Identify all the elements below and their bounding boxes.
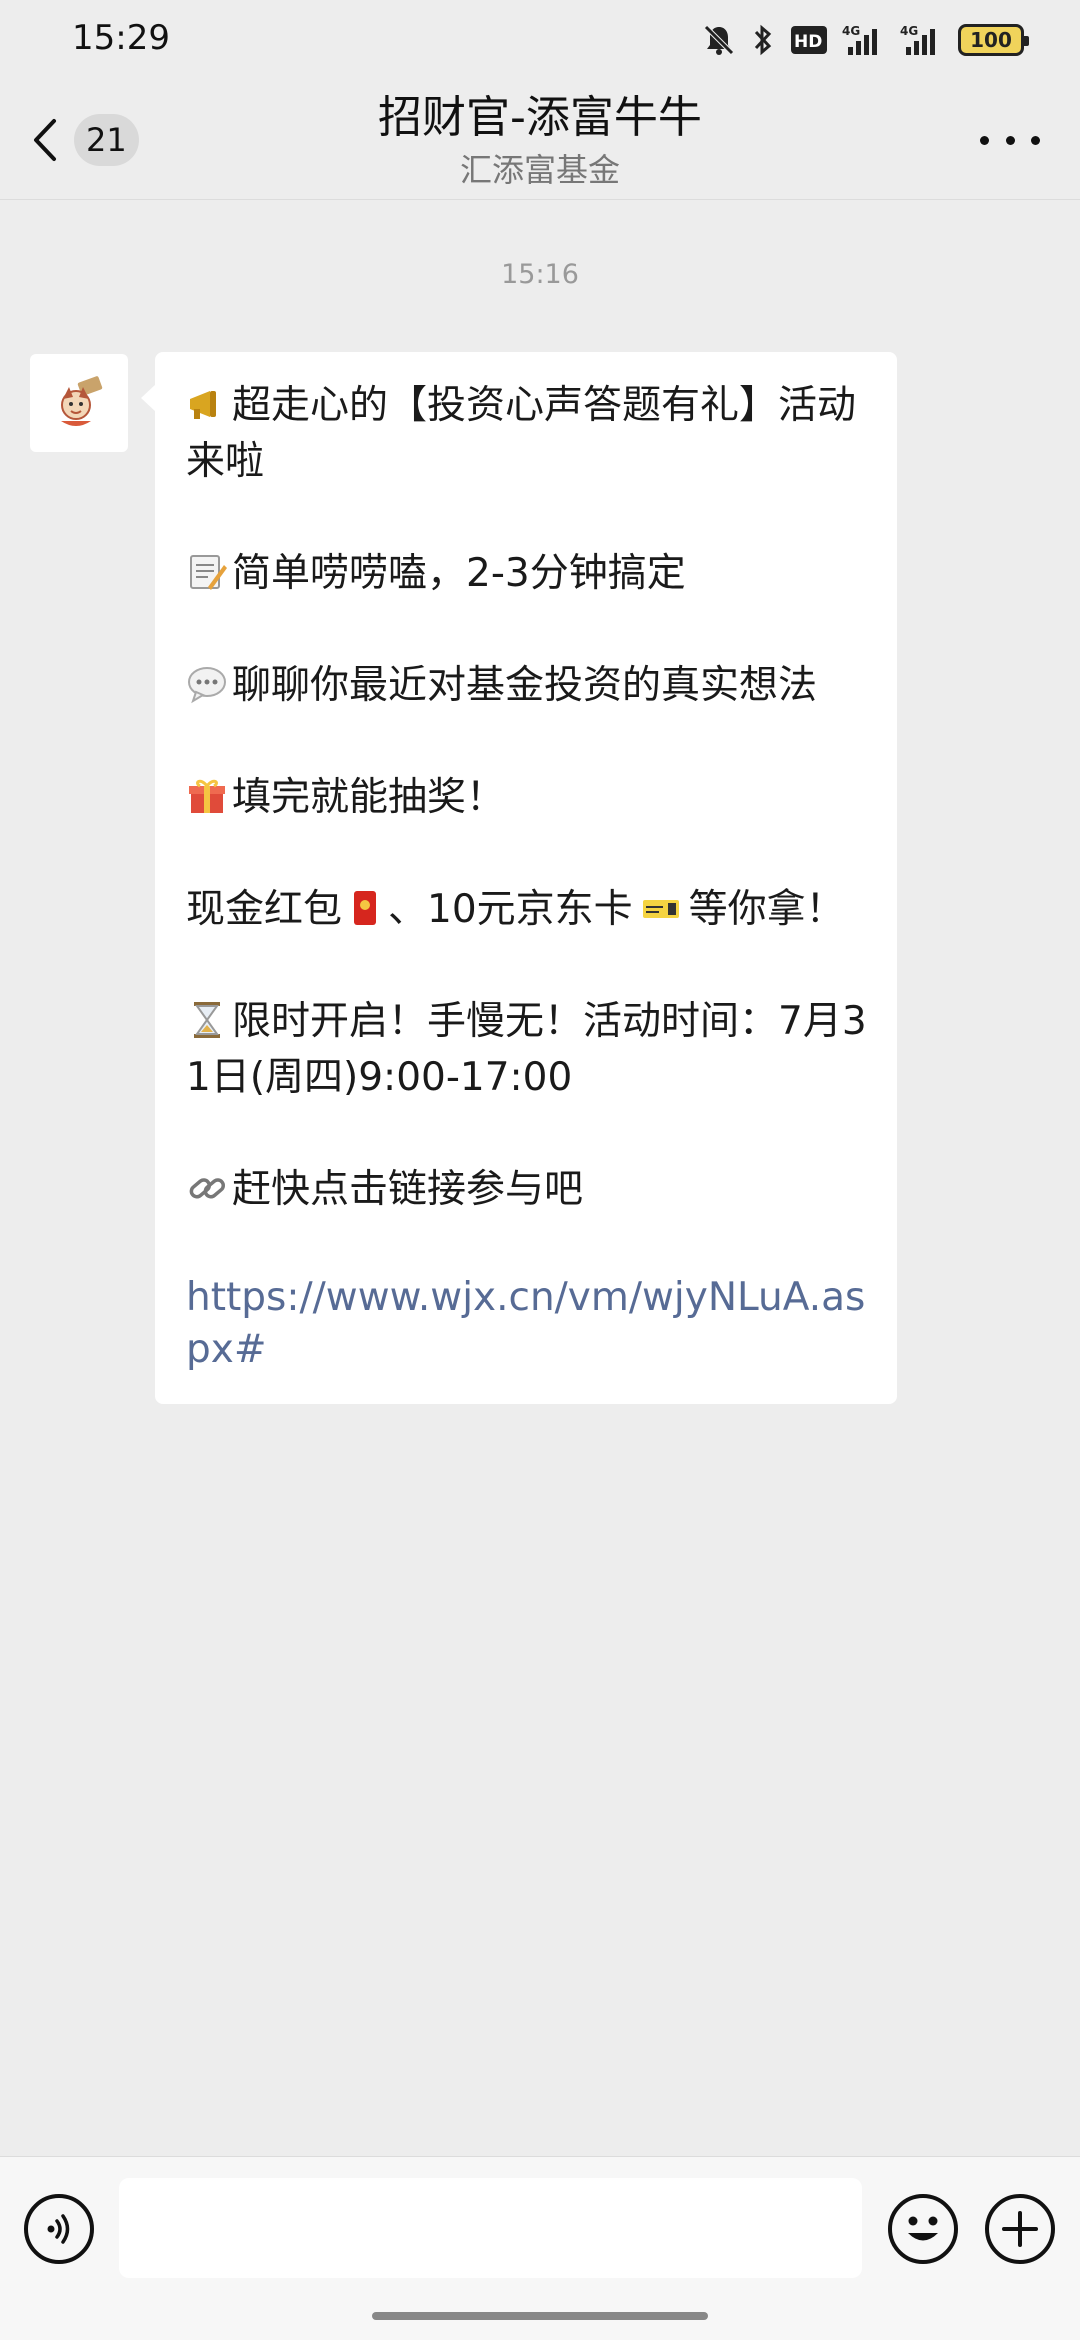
chat-title: 招财官-添富牛牛 (378, 92, 702, 143)
home-indicator[interactable] (372, 2312, 708, 2320)
message-line: 超走心的【投资心声答题有礼】活动来啦 (186, 378, 867, 490)
message-line: 填完就能抽奖！ (186, 770, 867, 826)
message-input[interactable] (119, 2178, 862, 2278)
red-envelope-icon (354, 891, 377, 925)
memo-icon (190, 555, 227, 590)
hd-label: HD (794, 32, 822, 52)
message-timestamp: 15:16 (501, 259, 579, 290)
message-line: 简单唠唠嗑，2-3分钟搞定 (186, 546, 867, 602)
hd-voice-icon: HD (791, 26, 827, 54)
plus-icon (1002, 2211, 1038, 2247)
battery-icon: 100 (958, 24, 1029, 56)
signal-4g-icon: 4G (900, 24, 935, 55)
chat-area[interactable]: 15:16 超走心的【投资心声答题有礼】活动来啦 简单唠唠嗑，2-3分钟搞定 聊… (0, 201, 1080, 2156)
status-icons: HD 4G 4G 100 (702, 18, 1029, 62)
dot-icon (980, 135, 989, 145)
message-line: 赶快点击链接参与吧 (186, 1162, 867, 1218)
message-text-1: 超走心的【投资心声答题有礼】活动来啦 (186, 383, 857, 484)
dot-icon (1031, 135, 1040, 145)
survey-link[interactable]: https://www.wjx.cn/vm/wjyNLuA.aspx# (186, 1272, 867, 1376)
network-label: 4G (842, 24, 860, 38)
smiley-icon (908, 2216, 938, 2241)
message-text-6: 限时开启！手慢无！活动时间：7月31日(周四)9:00-17:00 (186, 999, 867, 1100)
mute-bell-icon (704, 25, 734, 55)
battery-level: 100 (970, 28, 1012, 52)
message-text-5a: 现金红包 (186, 887, 343, 932)
more-options-button[interactable] (980, 120, 1040, 160)
speech-bubble-icon (188, 667, 226, 704)
header-titles: 招财官-添富牛牛 汇添富基金 (0, 86, 1080, 190)
chat-header: 21 招财官-添富牛牛 汇添富基金 (0, 80, 1080, 200)
signal-4g-icon: 4G (842, 24, 877, 55)
message-text-5c: 等你拿！ (688, 887, 845, 932)
more-functions-button[interactable] (985, 2194, 1055, 2264)
message-line: 限时开启！手慢无！活动时间：7月31日(周四)9:00-17:00 (186, 994, 867, 1106)
dot-icon (1005, 135, 1015, 145)
network-label: 4G (900, 24, 918, 38)
ticket-icon (642, 900, 679, 918)
status-bar: 15:29 HD 4G 4G 100 (0, 0, 1080, 80)
avatar[interactable] (30, 354, 128, 452)
chat-subtitle: 汇添富基金 (459, 151, 620, 189)
message-bubble[interactable]: 超走心的【投资心声答题有礼】活动来啦 简单唠唠嗑，2-3分钟搞定 聊聊你最近对基… (141, 352, 897, 1404)
hourglass-icon (194, 1002, 220, 1038)
message-line: 现金红包 、10元京东卡 等你拿！ (186, 882, 867, 938)
gift-icon (189, 779, 225, 813)
message-text-5b: 、10元京东卡 (388, 887, 633, 932)
voice-input-button[interactable] (24, 2194, 94, 2264)
message-text-3: 聊聊你最近对基金投资的真实想法 (232, 663, 818, 708)
link-icon (189, 1178, 226, 1199)
bluetooth-icon (754, 24, 772, 56)
message-text-4: 填完就能抽奖！ (232, 775, 506, 820)
mascot-avatar-icon (61, 376, 103, 426)
message-line: 聊聊你最近对基金投资的真实想法 (186, 658, 867, 714)
voice-icon (47, 2214, 70, 2244)
emoji-button[interactable] (888, 2194, 958, 2264)
message-text-7: 赶快点击链接参与吧 (232, 1167, 584, 1212)
megaphone-icon (190, 391, 216, 419)
message-text-2: 简单唠唠嗑，2-3分钟搞定 (232, 551, 686, 596)
status-time: 15:29 (72, 18, 170, 58)
